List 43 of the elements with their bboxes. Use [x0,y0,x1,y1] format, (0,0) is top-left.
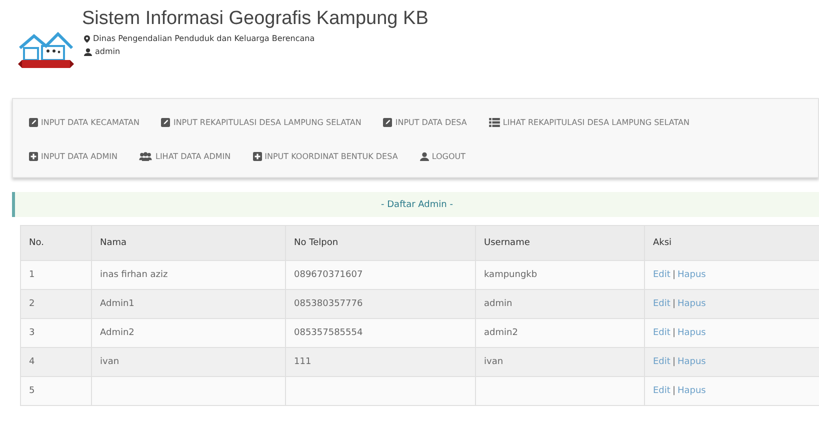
delete-link[interactable]: Hapus [677,357,706,367]
column-header: Aksi [644,226,819,260]
edit-icon [383,118,392,126]
username-text: admin [95,47,120,56]
agency-name: Dinas Pengendalian Penduduk dan Keluarga Berencana [93,34,315,43]
user-icon [420,152,429,160]
edit-link[interactable]: Edit [653,328,670,338]
delete-link[interactable]: Hapus [677,299,706,309]
nav-link[interactable]: LIHAT DATA ADMIN [139,152,231,160]
plus-icon [29,152,38,160]
user-icon [84,48,92,56]
separator-text: | [672,328,676,338]
column-header: No Telpon [286,226,476,260]
separator-text: | [672,299,676,309]
nav-link[interactable]: INPUT DATA KECAMATAN [29,118,140,126]
nav-link[interactable]: LIHAT REKAPITULASI DESA LAMPUNG SELATAN [488,118,690,126]
plus-icon [252,152,262,160]
users-icon [139,152,152,160]
nav-link[interactable]: INPUT DATA DESA [383,118,467,126]
column-header: No. [20,226,92,260]
nav-link[interactable]: INPUT DATA ADMIN [29,152,118,160]
column-header: Username [476,226,644,260]
edit-link[interactable]: Edit [653,270,670,280]
list-icon [488,118,500,126]
site-title: Sistem Informasi Geografis Kampung KB [82,8,428,30]
nav-link[interactable]: INPUT KOORDINAT BENTUK DESA [252,152,398,160]
nav-link[interactable]: INPUT REKAPITULASI DESA LAMPUNG SELATAN [161,118,362,126]
edit-link[interactable]: Edit [653,386,670,396]
edit-link[interactable]: Edit [653,357,670,367]
edit-icon [29,118,38,126]
delete-link[interactable]: Hapus [677,386,706,396]
separator-text: | [672,270,676,280]
map-pin-icon [84,34,90,42]
table-cell: 5 [20,376,92,406]
separator-text: | [672,357,676,367]
delete-link[interactable]: Hapus [677,270,706,280]
separator-text: | [672,386,676,396]
column-header: Nama [92,226,286,260]
edit-icon [161,118,170,126]
edit-link[interactable]: Edit [653,299,670,309]
panel-title: - Daftar Admin - [381,200,453,210]
nav-link[interactable]: LOGOUT [420,152,466,160]
delete-link[interactable]: Hapus [677,328,706,338]
